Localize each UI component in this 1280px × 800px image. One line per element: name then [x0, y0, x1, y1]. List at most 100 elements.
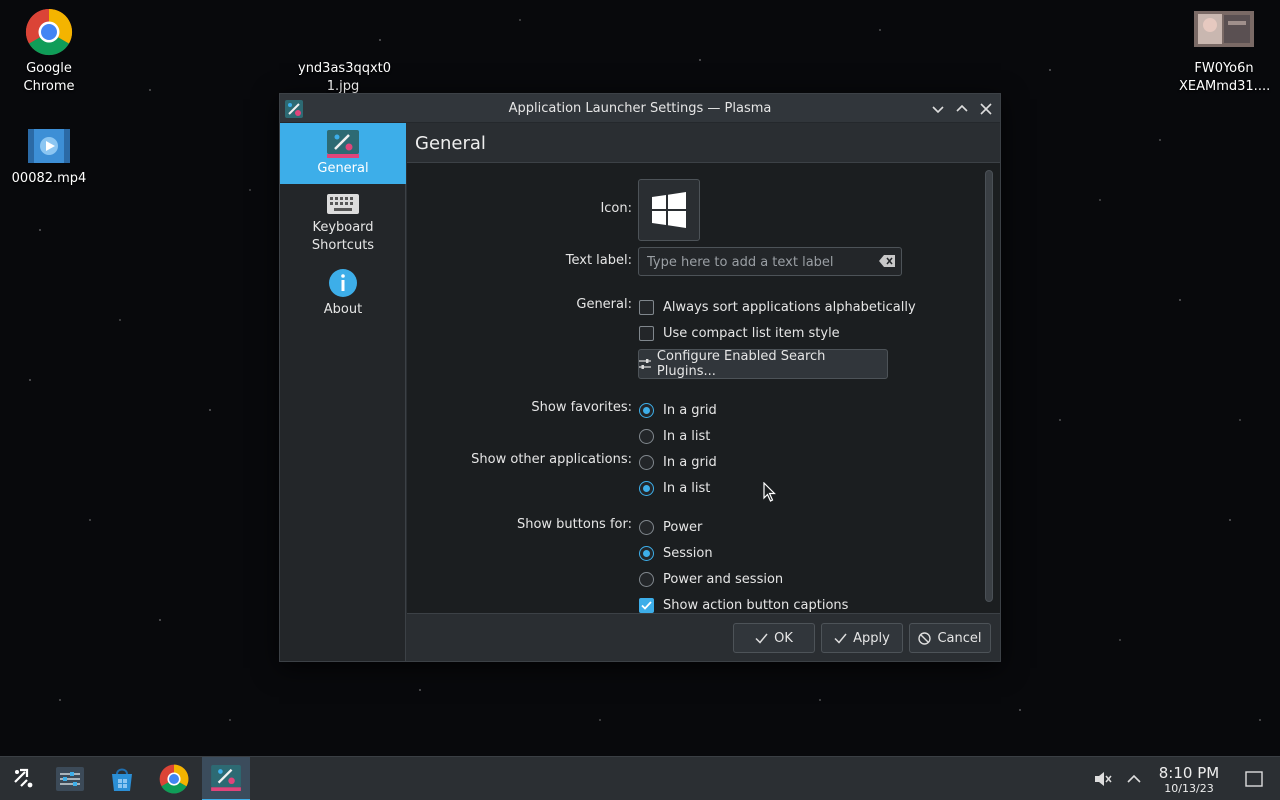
cancel-icon: [918, 631, 932, 645]
buttons-power-radio[interactable]: Power: [639, 517, 702, 537]
compact-list-checkbox[interactable]: Use compact list item style: [639, 323, 840, 343]
icon-label: Icon:: [600, 201, 632, 216]
desktop-icon-image-thumbnail[interactable]: FW0Yo6n XEAMmd31....: [1176, 10, 1272, 96]
mouse-cursor-icon: [763, 482, 776, 502]
radio-button[interactable]: [639, 571, 654, 587]
show-desktop-icon: [1245, 771, 1263, 787]
radio-label: In a grid: [663, 402, 717, 418]
task-google-chrome[interactable]: [150, 757, 198, 800]
task-system-settings[interactable]: [46, 757, 94, 800]
close-button[interactable]: [975, 98, 997, 120]
task-discover[interactable]: [98, 757, 146, 800]
desktop-icon-label: ynd3as3qqxt0 1.jpg: [298, 61, 392, 94]
kickoff-icon: [325, 128, 361, 160]
radio-button[interactable]: [639, 402, 654, 418]
maximize-button[interactable]: [951, 98, 973, 120]
button-label: Cancel: [937, 630, 982, 646]
minimize-button[interactable]: [927, 98, 949, 120]
settings-sidebar: General Keyboard Shortcuts About: [280, 123, 406, 661]
sidebar-item-about[interactable]: About: [280, 265, 406, 323]
application-launcher-button[interactable]: [0, 757, 48, 800]
dialog-titlebar[interactable]: Application Launcher Settings — Plasma: [280, 94, 1000, 123]
close-icon: [980, 103, 992, 115]
desktop-icon-google-chrome[interactable]: Google Chrome: [1, 8, 97, 96]
sliders-icon: [639, 359, 651, 369]
desktop-icon-label: FW0Yo6n XEAMmd31....: [1179, 61, 1271, 94]
settings-form-scroll-area[interactable]: Icon: Text label: Gen: [407, 163, 1000, 613]
vertical-scrollbar[interactable]: [985, 170, 993, 602]
cancel-button[interactable]: Cancel: [909, 623, 991, 653]
checkbox-label: Always sort applications alphabetically: [663, 299, 916, 315]
radio-button[interactable]: [639, 454, 654, 470]
digital-clock[interactable]: 8:10 PM 10/13/23: [1150, 765, 1228, 796]
desktop-icon-image-file[interactable]: ynd3as3qqxt0 1.jpg: [295, 60, 391, 96]
desktop-icon-label: Google Chrome: [23, 61, 75, 94]
windows-logo-icon: [652, 192, 686, 228]
radio-button[interactable]: [639, 519, 654, 535]
action-button-captions-checkbox[interactable]: Show action button captions: [639, 595, 848, 613]
configure-search-plugins-button[interactable]: Configure Enabled Search Plugins...: [638, 349, 888, 379]
radio-label: Session: [663, 545, 713, 561]
sidebar-item-label: About: [323, 302, 363, 317]
checkmark-icon: [834, 633, 847, 644]
button-label: OK: [774, 630, 793, 646]
icon-chooser-button[interactable]: [638, 179, 700, 241]
general-label: General:: [576, 297, 632, 312]
show-favorites-label: Show favorites:: [531, 400, 632, 415]
divider: [407, 613, 1000, 614]
sidebar-item-general[interactable]: General: [280, 123, 406, 184]
other-apps-grid-radio[interactable]: In a grid: [639, 452, 717, 472]
video-file-icon: [25, 126, 73, 166]
radio-label: In a list: [663, 480, 711, 496]
chrome-icon: [159, 764, 189, 794]
desktop-icon-video-file[interactable]: 00082.mp4: [1, 126, 97, 188]
kickoff-icon: [211, 765, 241, 791]
show-other-apps-label: Show other applications:: [471, 452, 632, 467]
buttons-power-and-session-radio[interactable]: Power and session: [639, 569, 783, 589]
radio-label: Power: [663, 519, 703, 535]
ok-button[interactable]: OK: [733, 623, 815, 653]
checkmark-icon: [641, 600, 652, 610]
clock-date: 10/13/23: [1164, 782, 1214, 795]
checkbox-box[interactable]: [639, 325, 654, 341]
checkbox-box[interactable]: [639, 597, 654, 613]
show-desktop-button[interactable]: [1232, 757, 1276, 800]
sort-alphabetically-checkbox[interactable]: Always sort applications alphabetically: [639, 297, 916, 317]
favorites-grid-radio[interactable]: In a grid: [639, 400, 717, 420]
other-apps-list-radio[interactable]: In a list: [639, 478, 710, 498]
sidebar-item-keyboard-shortcuts[interactable]: Keyboard Shortcuts: [280, 189, 406, 257]
shopping-bag-icon: [112, 768, 132, 791]
radio-label: Power and session: [663, 571, 784, 587]
chevron-down-icon: [932, 106, 944, 114]
launcher-icon: [14, 768, 33, 788]
radio-label: In a list: [663, 428, 711, 444]
chevron-up-icon: [1127, 774, 1141, 783]
radio-button[interactable]: [639, 545, 654, 561]
apply-button[interactable]: Apply: [821, 623, 903, 653]
clear-text-icon[interactable]: [879, 255, 895, 269]
checkmark-icon: [755, 633, 768, 644]
show-buttons-label: Show buttons for:: [516, 517, 632, 532]
desktop-icon-label: 00082.mp4: [11, 171, 87, 186]
buttons-session-radio[interactable]: Session: [639, 543, 713, 563]
sidebar-item-label: Keyboard Shortcuts: [311, 220, 375, 253]
task-launcher-settings[interactable]: [202, 757, 250, 800]
dialog-title: Application Launcher Settings — Plasma: [508, 101, 772, 116]
text-label-field[interactable]: [638, 247, 902, 276]
keyboard-icon: [325, 189, 361, 219]
info-icon: [325, 265, 361, 301]
checkbox-label: Show action button captions: [663, 597, 849, 613]
volume-muted-icon: [1095, 772, 1112, 786]
text-label-input[interactable]: [647, 253, 867, 271]
radio-button[interactable]: [639, 428, 654, 444]
favorites-list-radio[interactable]: In a list: [639, 426, 710, 446]
settings-dialog: Application Launcher Settings — Plasma G…: [279, 93, 1001, 662]
image-thumbnail-icon: [1194, 10, 1254, 48]
settings-content: General Icon: Text label: Type here to a…: [407, 123, 1000, 661]
chevron-up-icon: [956, 104, 968, 112]
clock-time: 8:10 PM: [1158, 764, 1220, 782]
checkbox-box[interactable]: [639, 299, 654, 315]
sidebar-item-label: General: [317, 161, 369, 176]
page-title: General: [415, 133, 486, 154]
radio-button[interactable]: [639, 480, 654, 496]
